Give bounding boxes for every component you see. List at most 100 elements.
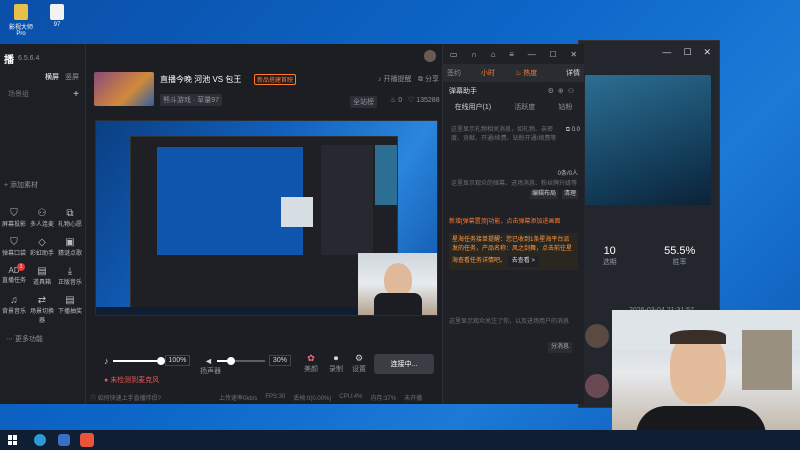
feature-notice[interactable]: 新增[弹幕置顶]功能，点击弹幕添加进画面 [443,216,584,229]
rank-tag[interactable]: 全站榜 [350,96,377,108]
window-controls: — ☐ ✕ [579,41,719,63]
share-message-button[interactable]: 分消息 [547,342,572,353]
right-panel: ▭ ∩ ⌂ ≡ — ☐ ✕ 签约 小时 ♨ 热度 详情 弹幕助手 ⚙⊕⚇ 在线用… [442,44,584,404]
chat-count: 0条/0人 [557,171,578,177]
close-icon[interactable]: ✕ [570,50,577,59]
tool-item[interactable]: ◇ 彩虹助手 [28,237,56,257]
tool-item[interactable]: ▤ 道具箱 [28,266,56,286]
start-stream-button[interactable]: 连接中... [374,354,434,374]
tool-item[interactable]: ⚇ 多人连麦 [28,208,56,228]
chat-placeholder: 这里显示观众的弹幕、进场消息、粉丝牌升级等 [451,181,578,187]
minimize-icon[interactable]: — [662,47,671,57]
tab-contract[interactable]: 签约 [447,68,461,78]
status-bar: ⓘ 如何快速上手直播伴侣? 上传速率0kb/s FPS:30 丢帧:0(0.00… [86,390,442,404]
beauty-button[interactable]: ✿ 美颜 [300,353,322,374]
open-reminder-button[interactable]: ♪ 开播提醒 [378,74,411,84]
bitrate: 上传速率0kb/s [219,395,258,402]
webcam-overlay [612,310,800,450]
shirt-icon[interactable]: ⌂ [491,50,496,59]
speaker-volume-value[interactable]: 30% [268,355,291,366]
tab-diamond-fans[interactable]: 钻粉 [558,102,572,112]
tab-details[interactable]: 详情 [566,68,580,78]
minimize-icon[interactable]: — [528,50,536,59]
tab-activity[interactable]: 活跃度 [514,102,535,112]
cover-thumbnail[interactable] [94,72,154,106]
speaker-volume-slider[interactable] [216,356,265,365]
task-notice: 星海任务接单提醒：您已收到1条星海平台派发的任务，产品名称：风之剑舞，点击前往星… [449,233,578,270]
tool-grid: ⛉ 屏幕投影 ⚇ 多人连麦 ⧉ 礼物心愿 ⛉ 弹幕口袋 ◇ 彩虹助手 ▣ 猜谜点歌 AD 1 直… [0,208,85,324]
panel-actions[interactable]: ⚙⊕⚇ [548,87,578,95]
gift-area: 这里显示礼物相关消息，如礼物、亲密度、贡献、开通/续费、钻粉开通/续费等 ⧉ 0… [443,114,584,170]
mic-volume-value[interactable]: 100% [164,355,191,366]
stats-row: 10 选期 55.5% 胜率 [579,245,719,267]
danmaku-header: 弹幕助手 ⚙⊕⚇ [443,82,584,100]
dropped-frames: 丢帧:0(0.00%) [293,395,332,402]
tab-landscape[interactable]: 横屏 [45,72,59,86]
record-button[interactable]: ⏺ 录制 [325,353,347,374]
help-link[interactable]: ⓘ 如何快速上手直播伴侣? [90,393,161,402]
edge-icon[interactable] [34,434,46,446]
shield-icon: ⛉ [10,237,18,248]
tool-item[interactable]: ⤓ 正版音乐 [56,266,84,286]
add-material-button[interactable]: + 添加素材 [0,180,85,194]
mic-icon[interactable]: ♪ [104,356,109,366]
nested-chat [321,145,373,255]
tool-item[interactable]: ▤ 下播抽奖 [56,295,84,324]
maximize-icon[interactable]: ☐ [549,50,556,59]
tool-item[interactable]: ⧉ 礼物心愿 [56,208,84,228]
viewer-count: ♡ 135288 [408,97,440,104]
share-button[interactable]: ⧉ 分享 [418,74,439,84]
mic-volume-slider[interactable] [112,356,165,365]
file-icon [14,4,28,20]
headset-icon[interactable]: ∩ [471,50,477,59]
app-icon[interactable] [58,434,70,446]
add-scene-icon[interactable]: + [73,89,79,100]
diamond-icon: ◇ [38,237,46,248]
stream-title[interactable]: 直播今晚 河池 VS 包王 [160,74,241,85]
switch-icon: ⇄ [37,295,47,306]
edit-layout-button[interactable]: 编辑布局 [529,190,558,199]
tool-item[interactable]: ⛉ 屏幕投影 [0,208,28,228]
avatar [585,324,609,348]
gift-amount: ⧉ 0.0 [565,127,580,133]
file-icon [50,4,64,20]
chat-icon[interactable]: ▭ [450,50,458,59]
task-link[interactable]: 去查看 > [507,256,539,267]
menu-icon[interactable]: ≡ [509,50,514,59]
tab-online-users[interactable]: 在线用户(1) [455,102,492,112]
maximize-icon[interactable]: ☐ [683,47,691,58]
tab-heat[interactable]: ♨ 热度 [515,68,537,78]
speaker-label: 扬声器 [200,368,221,375]
section-title: 弹幕助手 [449,88,477,95]
orientation-tabs: 横屏 竖屏 [0,72,85,86]
preview-canvas[interactable] [95,120,438,316]
stat-label: 选期 [602,259,617,266]
more-functions-button[interactable]: ⋯ 更多功能 [6,334,85,344]
app-logo: 播 [4,54,14,66]
clear-button[interactable]: 清理 [561,190,578,199]
windows-start-icon[interactable] [8,435,18,445]
desktop-icon[interactable]: 97 [42,4,72,28]
hair-shape [670,330,726,344]
tool-item[interactable]: AD 1 直播任务 [0,263,28,286]
close-icon[interactable]: ✕ [703,47,711,58]
face-shape [384,263,412,297]
live-app-icon[interactable] [80,433,94,447]
box-icon: ▤ [37,266,47,277]
user-subtabs: 在线用户(1) 活跃度 钻粉 [443,100,584,114]
tab-portrait[interactable]: 竖屏 [65,72,79,86]
memory: 内存:37% [370,395,397,402]
people-icon: ⚇ [37,208,47,219]
tab-hour[interactable]: 小时 [481,68,495,78]
tool-item[interactable]: ♫ 背景音乐 [0,295,28,324]
user-avatar[interactable] [424,50,436,62]
category-tag[interactable]: 熊斗游戏 · 草量97 [160,94,223,106]
left-panel: 播 6.5.6.4 横屏 竖屏 场景组 + + 添加素材 ⛉ 屏幕投影 ⚇ 多人连麦… [0,44,86,404]
chat-area: 0条/0人 这里显示观众的弹幕、进场消息、粉丝牌升级等 编辑布局 清理 [443,170,584,216]
tool-item[interactable]: ⇄ 场景切换器 [28,295,56,324]
speaker-icon[interactable]: ◄ [204,356,213,366]
tool-item[interactable]: ⛉ 弹幕口袋 [0,237,28,257]
desktop-icon[interactable]: 影视大师Pro [6,4,36,37]
settings-button[interactable]: ⚙ 设置 [348,353,370,374]
tool-item[interactable]: ▣ 猜谜点歌 [56,237,84,257]
